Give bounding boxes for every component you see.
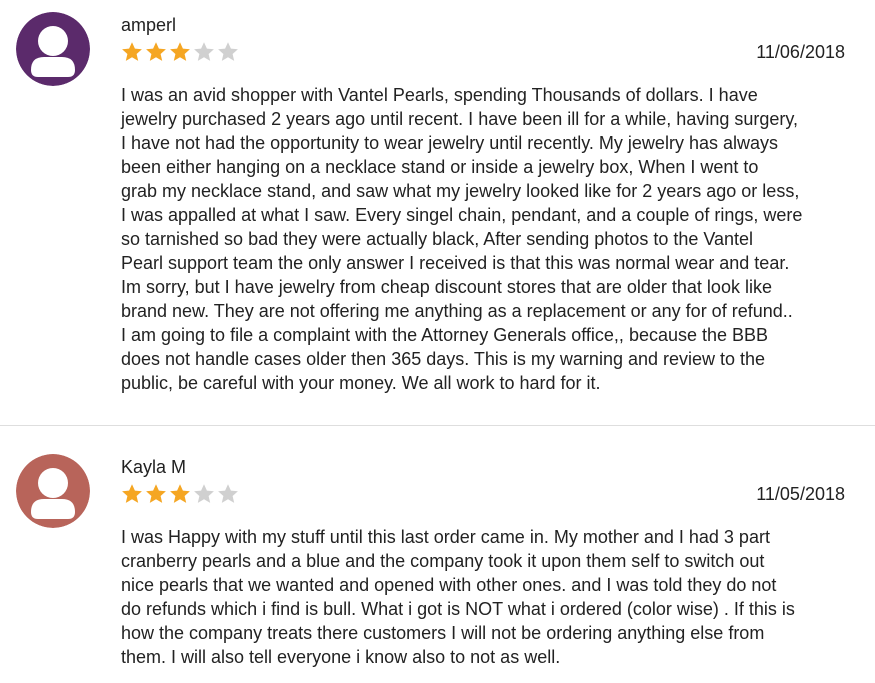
star-empty-icon bbox=[218, 42, 238, 61]
review-date: 11/06/2018 bbox=[756, 42, 845, 62]
star-filled-icon bbox=[146, 484, 166, 503]
reviewer-name: amperl bbox=[121, 15, 177, 35]
reviewer-avatar bbox=[16, 12, 90, 86]
reviewer-avatar bbox=[16, 454, 90, 528]
star-rating bbox=[120, 40, 240, 64]
star-filled-icon bbox=[170, 484, 190, 503]
review-card: Kayla M 11/05/2018 I was Happy with my s… bbox=[0, 426, 875, 683]
star-filled-icon bbox=[122, 42, 142, 61]
star-filled-icon bbox=[170, 42, 190, 61]
review-date: 11/05/2018 bbox=[756, 484, 845, 504]
reviewer-name: Kayla M bbox=[121, 457, 187, 477]
review-card: amperl 11/06/2018 I was an avid shopper … bbox=[0, 0, 875, 425]
star-empty-icon bbox=[218, 484, 238, 503]
review-text: I was an avid shopper with Vantel Pearls… bbox=[121, 85, 803, 393]
star-empty-icon bbox=[194, 42, 214, 61]
star-rating bbox=[120, 482, 240, 506]
star-empty-icon bbox=[194, 484, 214, 503]
review-text: I was Happy with my stuff until this las… bbox=[121, 527, 795, 667]
user-silhouette-icon bbox=[16, 12, 90, 86]
star-filled-icon bbox=[146, 42, 166, 61]
star-filled-icon bbox=[122, 484, 142, 503]
user-silhouette-icon bbox=[16, 454, 90, 528]
